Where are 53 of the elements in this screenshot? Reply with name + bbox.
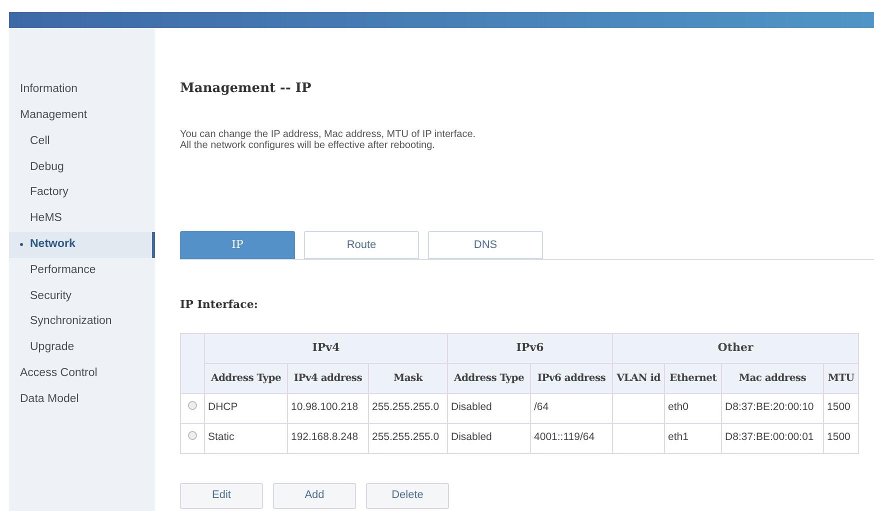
sidebar-item[interactable]: Network (9, 232, 155, 258)
section-title: IP Interface: (180, 297, 259, 313)
table-cell: Static (208, 431, 234, 444)
table-cell: Disabled (451, 431, 492, 444)
table-cell: D8:37:BE:20:00:10 (725, 401, 814, 414)
table-cell: D8:37:BE:00:00:01 (725, 431, 814, 444)
sidebar-item[interactable]: Data Model (9, 386, 155, 412)
radio-button[interactable] (188, 401, 197, 410)
column-header: IPv6 address (530, 363, 613, 393)
page-title: Management -- IP (180, 82, 312, 95)
group-header: Other (612, 333, 859, 363)
action-button[interactable]: Delete (366, 482, 449, 508)
table-cell: 4001::119/64 (534, 431, 595, 444)
table-cell: eth1 (668, 431, 688, 444)
table-cell: 1500 (827, 401, 850, 414)
sidebar-item[interactable]: Access Control (9, 360, 155, 387)
table-cell: 192.168.8.248 (291, 431, 358, 444)
description-text: All the network configures will be effective after rebooting. (180, 140, 436, 151)
column-header: MTU (824, 363, 859, 393)
sidebar-item[interactable]: Management (9, 102, 155, 129)
sidebar-item[interactable]: Performance (9, 258, 155, 284)
column-header: Address Type (448, 363, 531, 393)
sidebar-item[interactable]: Security (9, 283, 155, 310)
table-cell: eth0 (668, 401, 688, 414)
sidebar-item[interactable]: Synchronization (9, 309, 155, 335)
bullet-icon (20, 243, 23, 246)
sidebar-item[interactable]: Information (9, 77, 155, 103)
radio-button[interactable] (188, 431, 197, 440)
column-header: Mask (368, 363, 448, 393)
column-header: VLAN id (612, 363, 665, 393)
action-button[interactable]: Edit (180, 482, 263, 508)
table-cell: 255.255.255.0 (372, 401, 440, 414)
column-header: Address Type (204, 363, 288, 393)
table-cell: DHCP (208, 401, 238, 414)
sidebar-item[interactable]: Debug (9, 154, 155, 180)
column-header: IPv4 address (288, 363, 368, 393)
table-cell: 1500 (827, 431, 850, 444)
sidebar-item[interactable]: Factory (9, 180, 155, 206)
table-cell: 10.98.100.218 (291, 401, 358, 414)
tab[interactable]: Route (304, 231, 419, 259)
sidebar-item[interactable]: HeMS (9, 206, 155, 232)
tab[interactable]: DNS (428, 231, 543, 259)
description-text: You can change the IP address, Mac address, MTU of IP interface. (180, 129, 477, 140)
sidebar-item[interactable]: Upgrade (9, 334, 155, 361)
table-cell: 255.255.255.0 (372, 431, 440, 444)
group-header: IPv4 (204, 333, 448, 363)
sidebar-item[interactable]: Cell (9, 128, 155, 154)
column-header: Mac address (722, 363, 824, 393)
table-cell: Disabled (451, 401, 492, 414)
group-header: IPv6 (448, 333, 613, 363)
action-button[interactable]: Add (273, 482, 356, 508)
table-cell: /64 (534, 401, 549, 414)
column-header: Ethernet (664, 363, 722, 393)
